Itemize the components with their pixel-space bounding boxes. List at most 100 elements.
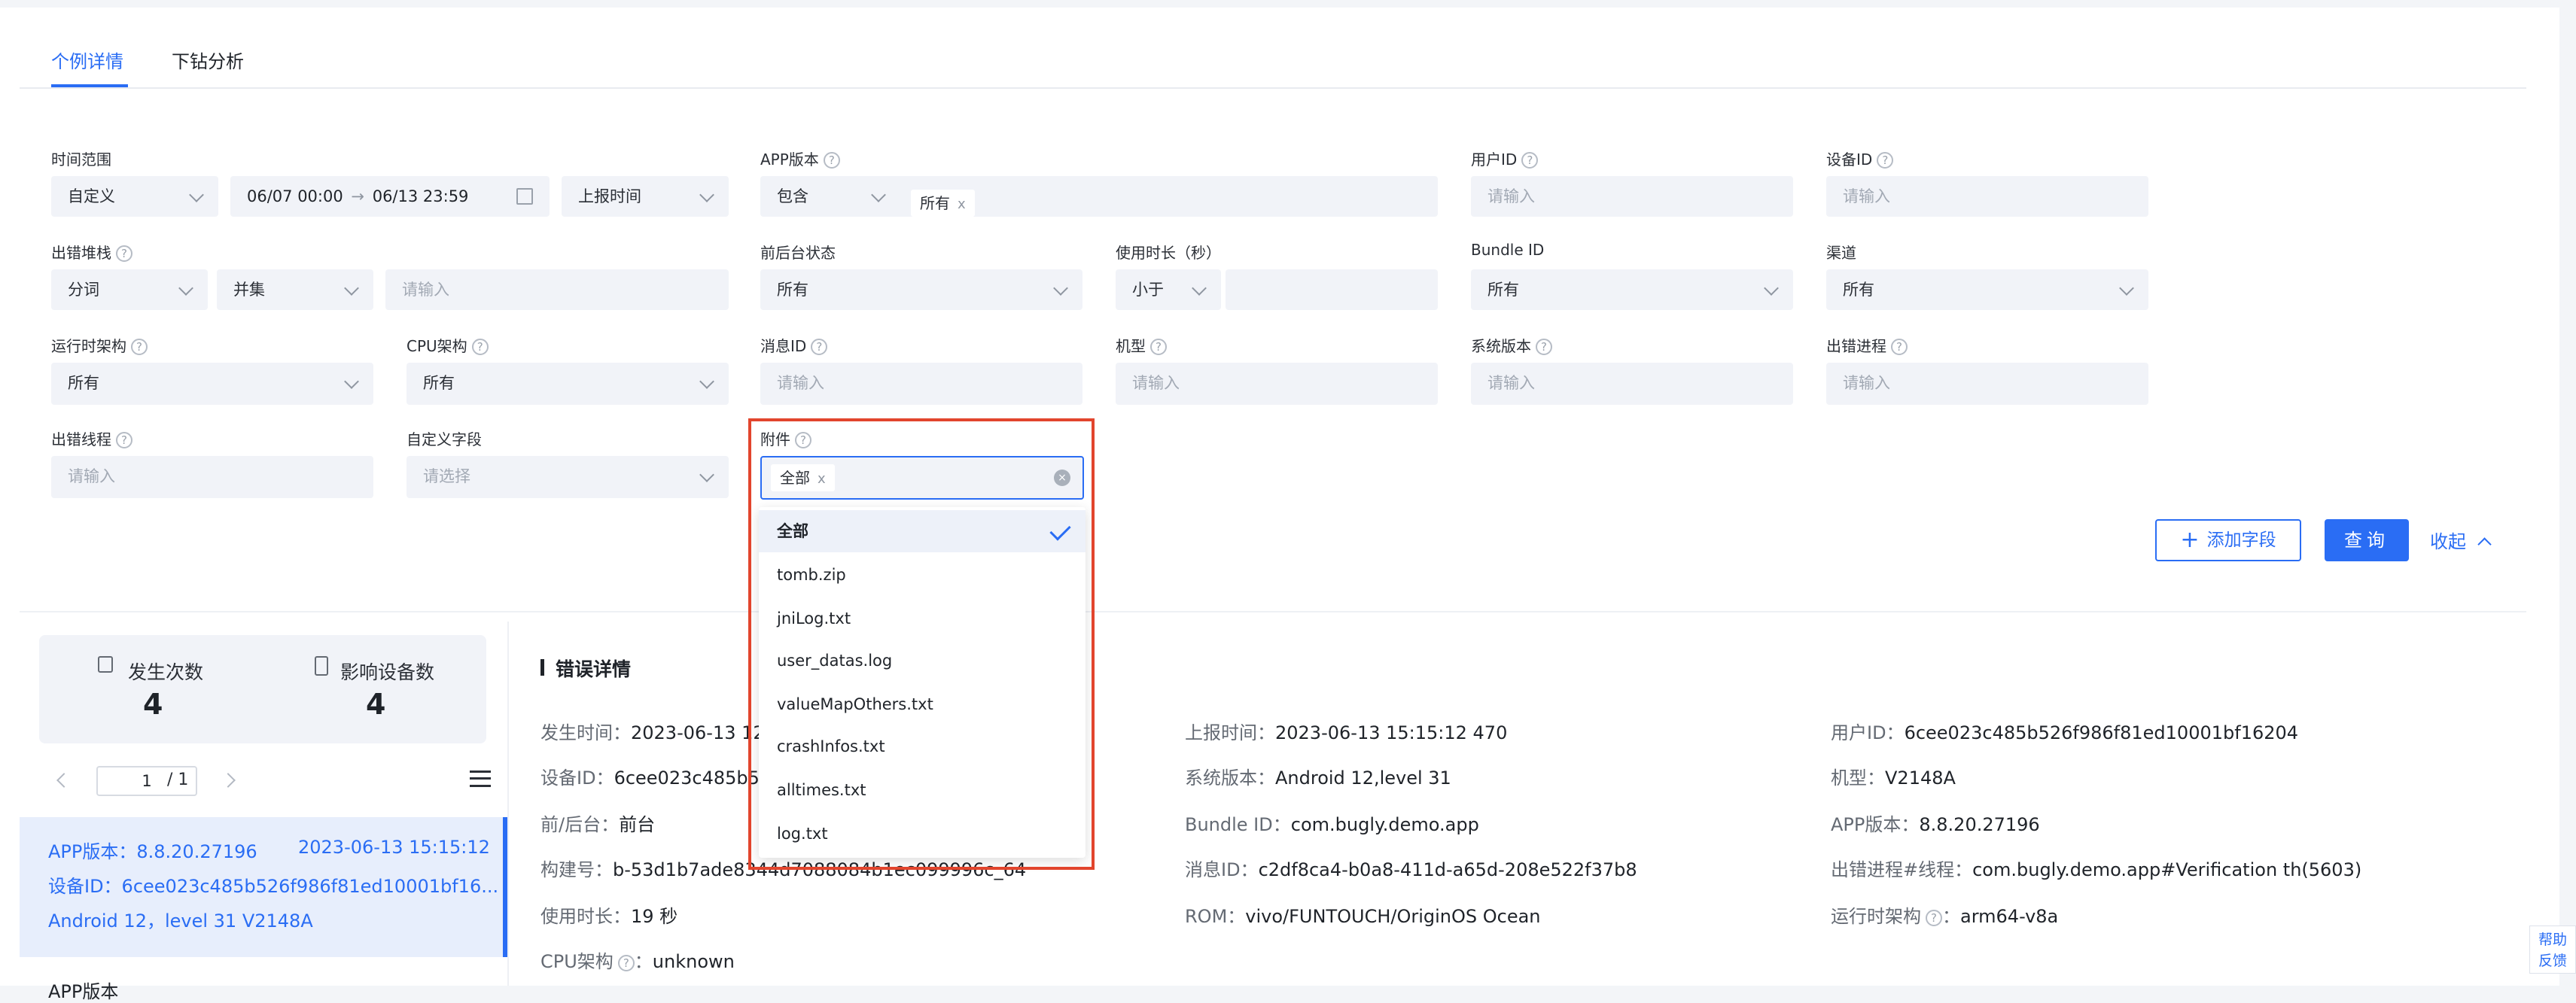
- help-icon[interactable]: ?: [1891, 339, 1908, 355]
- time-type-select[interactable]: 上报时间: [562, 176, 729, 217]
- detail-value: 6cee023c485b526f986f81ed10001bf16204: [1904, 722, 2299, 743]
- close-icon[interactable]: x: [958, 196, 966, 212]
- crash-process-label-text: 出错进程: [1826, 337, 1886, 355]
- bundle-id-value: 所有: [1487, 281, 1519, 299]
- user-id-input[interactable]: 请输入: [1471, 176, 1793, 217]
- stats-panel: [39, 635, 486, 743]
- device-id-input[interactable]: 请输入: [1826, 176, 2148, 217]
- usage-duration-label: 使用时长（秒）: [1116, 244, 1221, 262]
- runtime-arch-label: 运行时架构?: [51, 334, 148, 356]
- detail-key: ROM：: [1185, 906, 1246, 927]
- collapse-button[interactable]: 收起: [2430, 527, 2492, 553]
- fg-state-select[interactable]: 所有: [760, 269, 1082, 310]
- detail-key: 运行时架构: [1831, 906, 1921, 927]
- help-icon[interactable]: ?: [116, 432, 132, 448]
- lock-icon: [98, 656, 113, 673]
- crash-thread-input[interactable]: 请输入: [51, 456, 373, 498]
- detail-device-id: 设备ID：6cee023c485b52: [540, 763, 771, 789]
- crash-thread-label-text: 出错线程: [51, 430, 111, 448]
- app-version-tag[interactable]: 所有 x: [911, 183, 975, 217]
- usage-duration-op-select[interactable]: 小于: [1116, 269, 1221, 310]
- detail-value: com.bugly.demo.app: [1290, 814, 1479, 835]
- custom-field-placeholder: 请选择: [423, 467, 470, 485]
- time-range-mode-select[interactable]: 自定义: [51, 176, 218, 217]
- help-icon[interactable]: ?: [131, 339, 148, 355]
- help-icon[interactable]: ?: [471, 339, 489, 355]
- help-icon[interactable]: ?: [811, 339, 828, 355]
- detail-key: 上报时间：: [1185, 722, 1275, 743]
- help-icon[interactable]: ?: [1521, 152, 1539, 169]
- help-icon[interactable]: ?: [116, 245, 132, 262]
- stack-mode-select[interactable]: 分词: [51, 269, 208, 310]
- app-version-op-value[interactable]: 包含: [777, 176, 808, 217]
- stack-mode-value: 分词: [68, 281, 99, 299]
- detail-os-version: 系统版本：Android 12,level 31: [1185, 763, 1451, 789]
- highlight-box: [748, 418, 1095, 870]
- stack-join-value: 并集: [233, 281, 265, 299]
- add-field-button[interactable]: + 添加字段: [2155, 519, 2301, 561]
- detail-message-id: 消息ID：c2df8ca4-b0a8-411d-a65d-208e522f37b…: [1185, 855, 1637, 881]
- detail-fg-state: 前/后台：前台: [540, 810, 655, 836]
- detail-report-time: 上报时间：2023-06-13 15:15:12 470: [1185, 718, 1507, 744]
- stack-label: 出错堆栈?: [51, 241, 132, 263]
- record-device-id: 设备ID：6cee023c485b526f986f81ed10001bf16..…: [48, 876, 499, 897]
- cpu-arch-label-text: CPU架构: [406, 337, 467, 355]
- tab-drilldown[interactable]: 下钻分析: [172, 47, 244, 73]
- detail-value: 19 秒: [631, 906, 678, 927]
- chevron-down-icon: [1053, 281, 1068, 296]
- detail-cpu-arch: CPU架构? ：unknown: [540, 951, 735, 972]
- date-start: 06/07 00:00: [247, 187, 343, 205]
- app-version-field: 包含 所有 x: [760, 176, 1438, 217]
- detail-value: 6cee023c485b52: [614, 767, 772, 789]
- model-input[interactable]: 请输入: [1116, 363, 1438, 405]
- stack-input[interactable]: 请输入: [385, 269, 729, 310]
- stack-label-text: 出错堆栈: [51, 244, 111, 262]
- channel-value: 所有: [1843, 281, 1874, 299]
- runtime-arch-select[interactable]: 所有: [51, 363, 373, 405]
- query-button[interactable]: 查询: [2325, 519, 2409, 561]
- help-icon[interactable]: ?: [617, 955, 635, 971]
- model-label-text: 机型: [1116, 337, 1146, 355]
- detail-key: 消息ID：: [1185, 859, 1259, 880]
- crash-process-input[interactable]: 请输入: [1826, 363, 2148, 405]
- list-menu-icon[interactable]: [470, 770, 491, 787]
- detail-key: 构建号：: [540, 859, 613, 880]
- time-range-mode-value: 自定义: [68, 187, 115, 205]
- stack-join-select[interactable]: 并集: [217, 269, 373, 310]
- chevron-down-icon: [699, 374, 714, 389]
- bundle-id-select[interactable]: 所有: [1471, 269, 1793, 310]
- detail-value: unknown: [652, 951, 735, 972]
- detail-value: c2df8ca4-b0a8-411d-a65d-208e522f37b8: [1258, 859, 1637, 880]
- detail-key: 发生时间：: [540, 722, 631, 743]
- detail-value: 2023-06-13 15:15:12 470: [1275, 722, 1508, 743]
- channel-label: 渠道: [1826, 244, 1856, 262]
- custom-field-label: 自定义字段: [406, 430, 482, 448]
- os-version-input[interactable]: 请输入: [1471, 363, 1793, 405]
- model-label: 机型?: [1116, 334, 1167, 356]
- os-version-label: 系统版本?: [1471, 334, 1552, 356]
- help-feedback-button[interactable]: 帮助 反馈: [2529, 925, 2576, 974]
- section-title: 错误详情: [556, 658, 632, 680]
- detail-key: 用户ID：: [1831, 722, 1905, 743]
- detail-key: CPU架构: [540, 951, 614, 972]
- detail-usage: 使用时长：19 秒: [540, 901, 677, 928]
- message-id-label-text: 消息ID: [760, 337, 807, 355]
- cpu-arch-select[interactable]: 所有: [406, 363, 729, 405]
- help-icon[interactable]: ?: [1877, 152, 1894, 169]
- chevron-down-icon: [871, 187, 886, 202]
- bundle-id-label: Bundle ID: [1471, 241, 1545, 259]
- detail-value: Android 12,level 31: [1275, 767, 1451, 789]
- help-icon[interactable]: ?: [1926, 910, 1942, 926]
- record-os-model: Android 12，level 31 V2148A: [48, 910, 313, 932]
- tab-case-detail[interactable]: 个例详情: [51, 47, 123, 73]
- custom-field-select[interactable]: 请选择: [406, 456, 729, 498]
- help-icon[interactable]: ?: [823, 152, 840, 169]
- channel-select[interactable]: 所有: [1826, 269, 2148, 310]
- feedback-line1: 帮助: [2538, 932, 2567, 948]
- help-icon[interactable]: ?: [1150, 339, 1167, 355]
- detail-key: 出错进程#线程：: [1831, 859, 1973, 880]
- usage-duration-input[interactable]: [1226, 269, 1438, 310]
- message-id-input[interactable]: 请输入: [760, 363, 1082, 405]
- help-icon[interactable]: ?: [1536, 339, 1552, 355]
- date-range-picker[interactable]: 06/07 00:00 → 06/13 23:59: [230, 176, 550, 217]
